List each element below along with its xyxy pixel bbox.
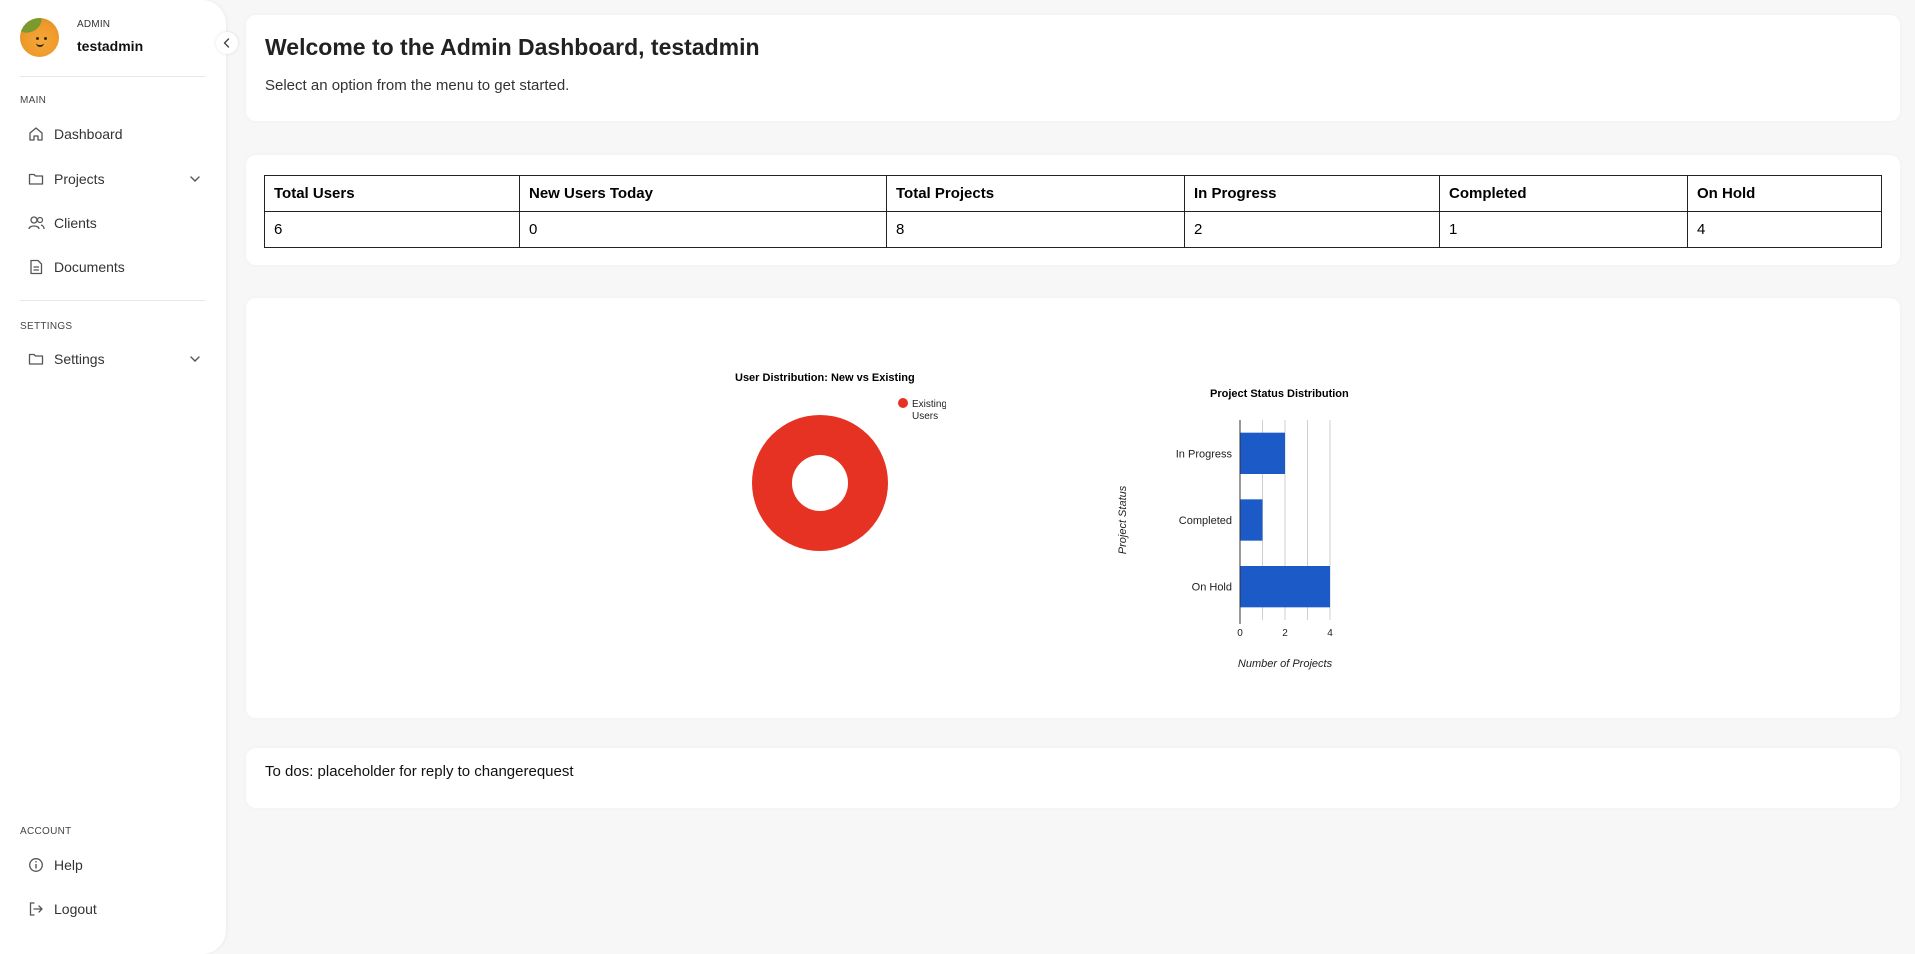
collapse-sidebar-button[interactable] — [216, 32, 238, 54]
home-icon — [20, 126, 52, 142]
stats-card: Total Users New Users Today Total Projec… — [246, 155, 1900, 265]
user-name: testadmin — [77, 38, 144, 54]
logout-icon — [20, 901, 52, 917]
chevron-down-icon — [190, 176, 200, 182]
page-title: Welcome to the Admin Dashboard, testadmi… — [265, 34, 760, 60]
sidebar-item-label: Documents — [54, 259, 125, 275]
table-header: Completed — [1439, 175, 1688, 212]
users-icon — [20, 215, 52, 231]
sidebar-item-label: Help — [54, 857, 83, 873]
bar — [1240, 566, 1330, 608]
divider — [20, 300, 206, 301]
user-profile: ADMIN testadmin — [20, 18, 210, 58]
page-subtitle: Select an option from the menu to get st… — [265, 77, 570, 94]
bar — [1240, 432, 1285, 474]
table-row: 6 0 8 2 1 4 — [264, 211, 1882, 248]
table-cell: 6 — [264, 211, 520, 248]
table-header: New Users Today — [519, 175, 887, 212]
charts-card: User Distribution: New vs Existing Exist… — [246, 298, 1900, 718]
sidebar-item-label: Settings — [54, 351, 105, 367]
info-icon — [20, 857, 52, 873]
sidebar-item-label: Projects — [54, 171, 105, 187]
chevron-left-icon — [223, 38, 230, 48]
sidebar-item-logout[interactable]: Logout — [20, 893, 206, 925]
table-cell: 8 — [886, 211, 1185, 248]
bar-chart: In Progress Completed On Hold 0 2 4 Number of … — [1117, 420, 1333, 670]
chevron-down-icon — [190, 356, 200, 362]
divider — [20, 76, 206, 77]
tick-label: 2 — [1282, 628, 1288, 639]
welcome-card: Welcome to the Admin Dashboard, testadmi… — [246, 15, 1900, 121]
sidebar-item-help[interactable]: Help — [20, 849, 206, 881]
table-header-row: Total Users New Users Today Total Projec… — [264, 175, 1882, 212]
todo-text: To dos: placeholder for reply to changer… — [265, 763, 574, 780]
sidebar-item-label: Logout — [54, 901, 97, 917]
table-header: On Hold — [1687, 175, 1882, 212]
y-axis-label: Project Status — [1117, 485, 1129, 554]
sidebar-item-clients[interactable]: Clients — [20, 207, 206, 239]
pie-chart-title: User Distribution: New vs Existing — [735, 372, 915, 384]
table-cell: 4 — [1687, 211, 1882, 248]
legend-label: Existing — [912, 399, 946, 410]
sidebar: ADMIN testadmin MAIN Dashboard Projects … — [0, 0, 238, 954]
pie-chart: ExistingUsers — [752, 398, 946, 551]
section-label-settings: SETTINGS — [20, 321, 73, 332]
x-axis-label: Number of Projects — [1238, 658, 1333, 670]
tick-label: 0 — [1237, 628, 1243, 639]
table-header: Total Projects — [886, 175, 1185, 212]
sidebar-item-documents[interactable]: Documents — [20, 251, 206, 283]
section-label-account: ACCOUNT — [20, 826, 72, 837]
user-role: ADMIN — [77, 19, 111, 30]
table-header: Total Users — [264, 175, 520, 212]
sidebar-item-label: Clients — [54, 215, 97, 231]
legend-marker — [898, 398, 908, 408]
table-cell: 0 — [519, 211, 887, 248]
stats-table: Total Users New Users Today Total Projec… — [264, 175, 1882, 248]
table-header: In Progress — [1184, 175, 1440, 212]
tick-label: 4 — [1327, 628, 1333, 639]
sidebar-item-settings[interactable]: Settings — [20, 343, 206, 375]
legend-label: Users — [912, 411, 938, 422]
table-cell: 2 — [1184, 211, 1440, 248]
folder-icon — [20, 171, 52, 187]
category-label: In Progress — [1176, 448, 1233, 460]
pie-slice — [752, 415, 888, 551]
folder-icon — [20, 351, 52, 367]
sidebar-item-dashboard[interactable]: Dashboard — [20, 118, 206, 150]
sidebar-item-projects[interactable]: Projects — [20, 163, 206, 195]
sidebar-item-label: Dashboard — [54, 126, 123, 142]
table-cell: 1 — [1439, 211, 1688, 248]
bar — [1240, 499, 1263, 541]
todo-card: To dos: placeholder for reply to changer… — [246, 748, 1900, 808]
section-label-main: MAIN — [20, 95, 47, 106]
document-icon — [20, 259, 52, 275]
category-label: On Hold — [1192, 582, 1232, 594]
avatar — [20, 18, 59, 57]
category-label: Completed — [1179, 515, 1232, 527]
